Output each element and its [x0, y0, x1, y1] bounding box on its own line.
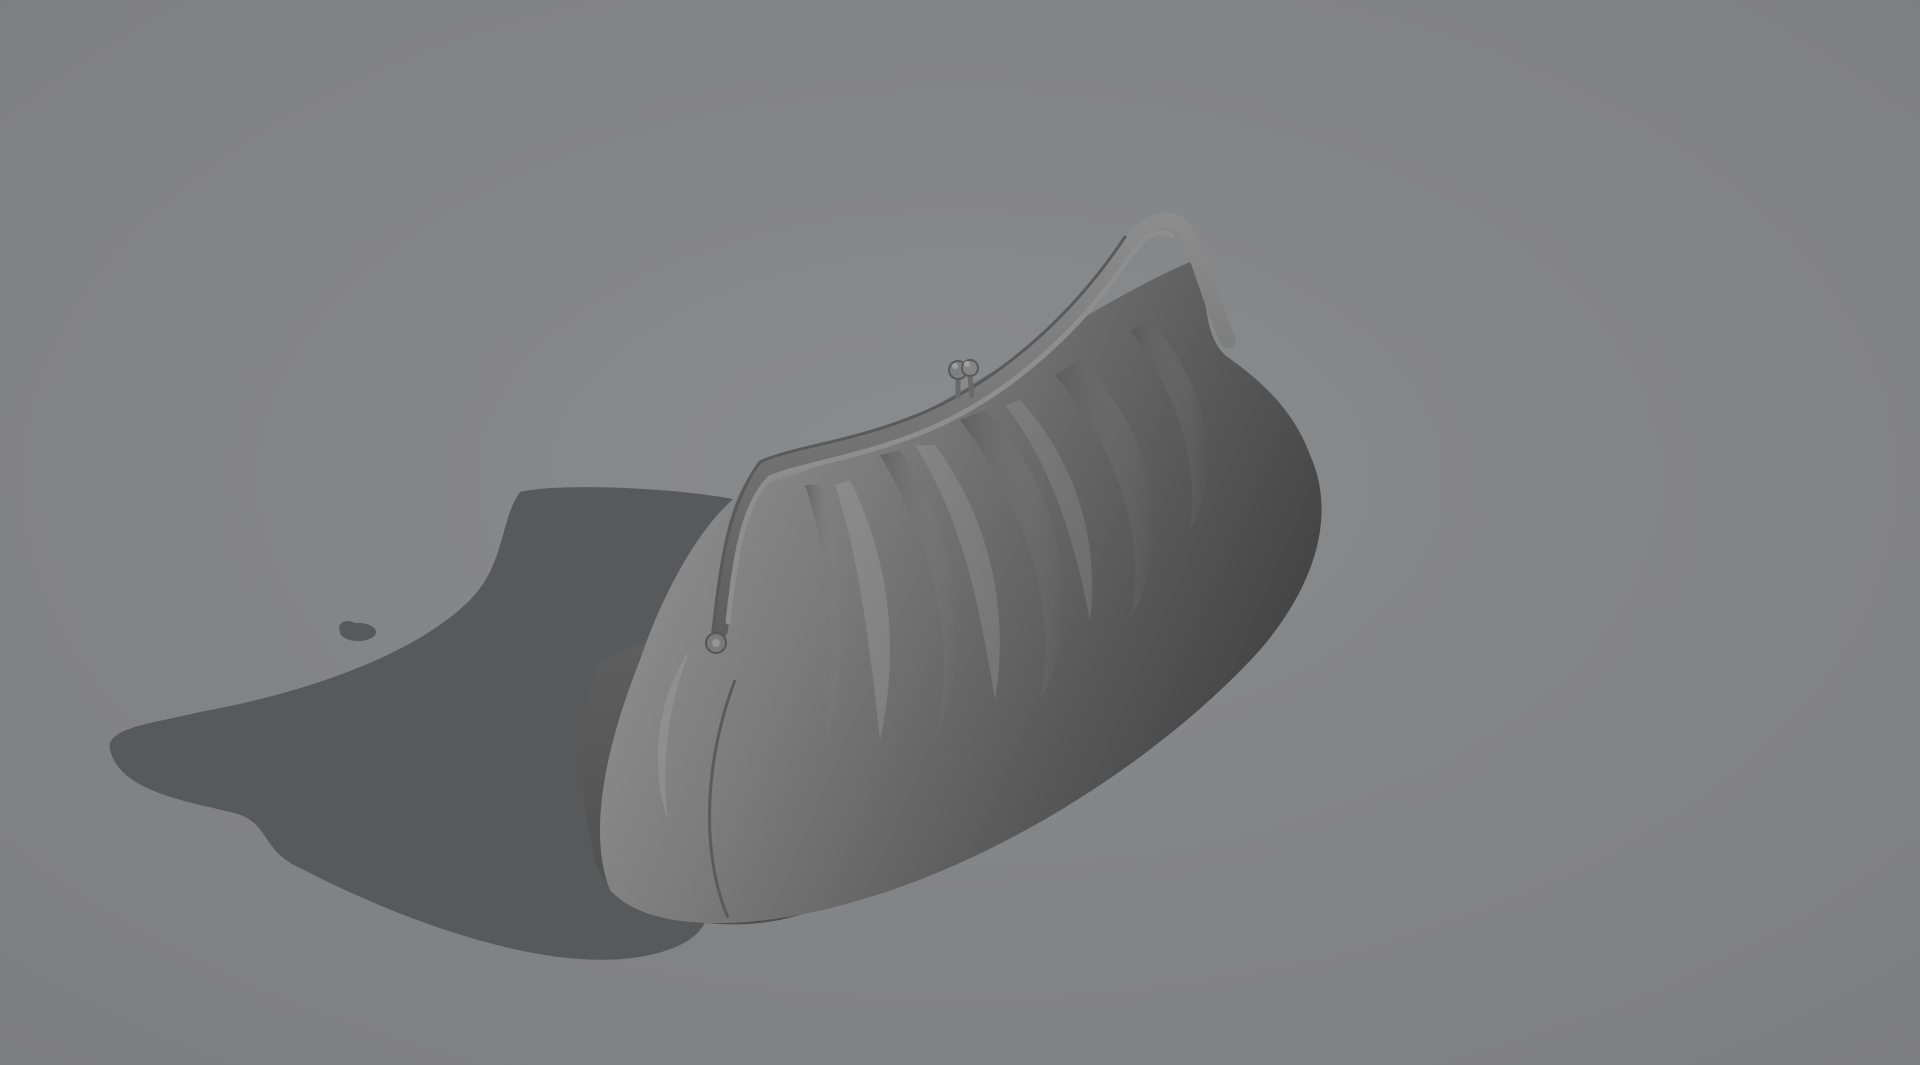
render-viewport	[0, 0, 1920, 1065]
render-scene	[0, 0, 1920, 1065]
clasp-shadow-knob	[339, 621, 357, 635]
hinge-rivet-center	[712, 639, 720, 647]
